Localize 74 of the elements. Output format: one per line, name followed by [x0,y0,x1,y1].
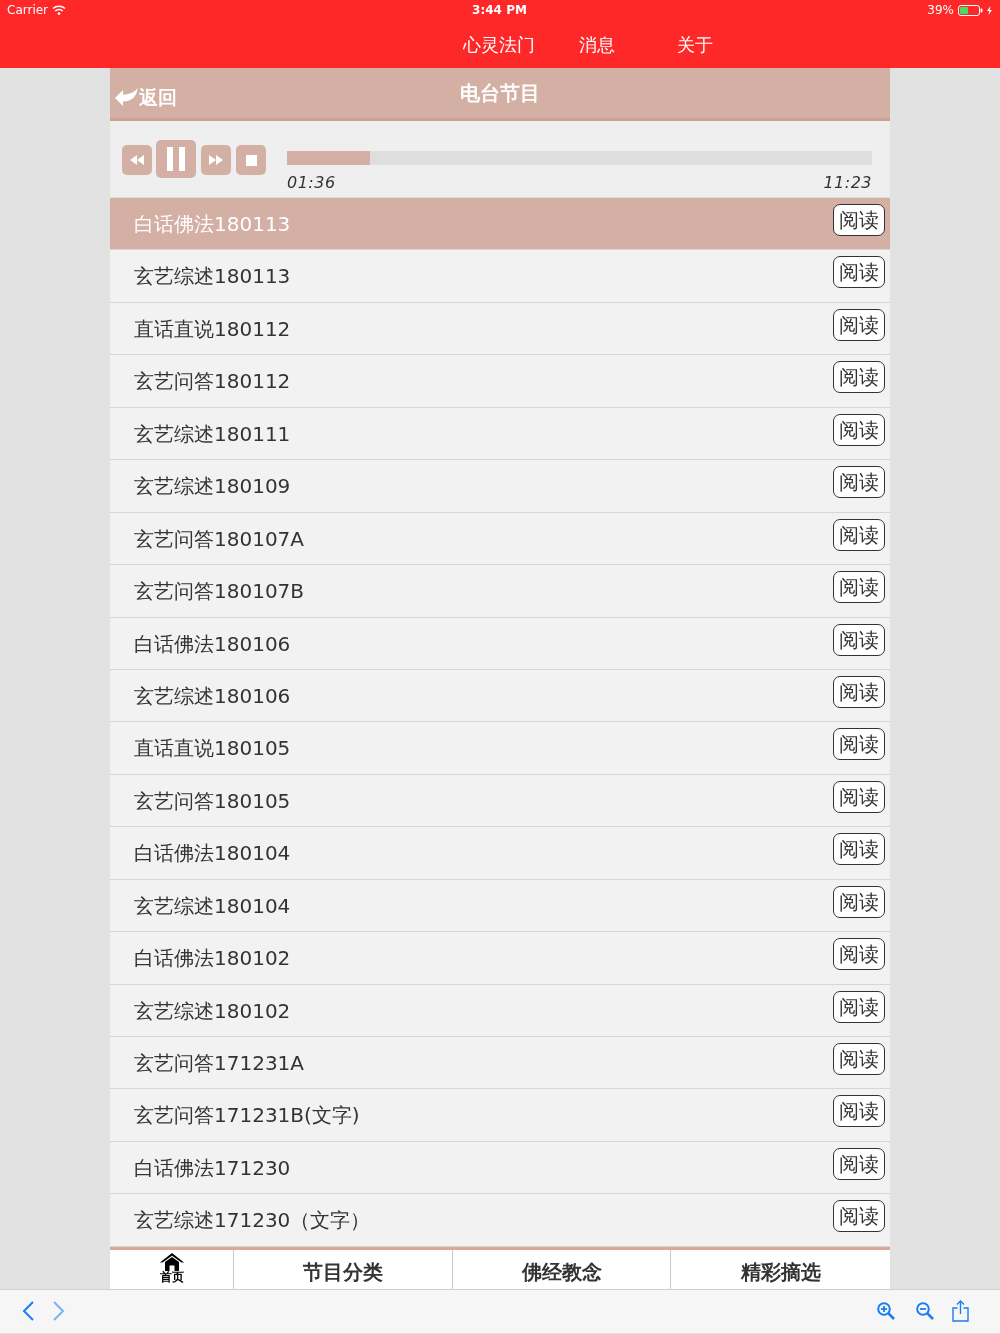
pause-icon [167,147,185,171]
program-title: 玄艺问答180107A [134,525,305,553]
nav-tab[interactable]: 关于 [646,20,744,68]
read-button[interactable]: 阅读 [833,204,885,236]
program-row[interactable]: 白话佛法180113 阅读 [110,198,890,251]
carrier-label: Carrier [7,2,49,19]
battery-percent: 39% [927,2,954,19]
stop-icon [245,154,257,166]
program-title: 玄艺综述180102 [134,997,291,1025]
program-title: 玄艺综述180113 [134,263,291,291]
read-button[interactable]: 阅读 [833,728,885,761]
read-button[interactable]: 阅读 [833,623,885,656]
zoom-in-button[interactable] [877,1302,895,1321]
read-button[interactable]: 阅读 [833,1095,885,1128]
nav-tab[interactable]: 心灵法门 [450,20,548,68]
read-button[interactable]: 阅读 [833,518,885,551]
back-chevron-button[interactable] [22,1301,35,1322]
wifi-icon [52,5,67,15]
pause-button[interactable] [156,140,196,178]
read-button[interactable]: 阅读 [833,361,885,394]
forward-chevron-button[interactable] [52,1301,65,1322]
curved-arrow-icon [114,87,138,107]
fast-forward-button[interactable] [201,145,231,175]
read-button[interactable]: 阅读 [833,308,885,341]
program-title: 玄艺问答180105 [134,787,291,815]
rewind-button[interactable] [122,145,152,175]
program-title: 玄艺问答180112 [134,368,291,396]
read-button[interactable]: 阅读 [833,990,885,1023]
charging-bolt-icon [987,5,992,15]
battery-icon [958,4,983,16]
read-button[interactable]: 阅读 [833,256,885,289]
program-title: 玄艺问答180107B [134,578,305,606]
program-title: 玄艺综述180111 [134,420,291,448]
read-button[interactable]: 阅读 [833,675,885,708]
read-button[interactable]: 阅读 [833,833,885,866]
program-title: 玄艺问答171231B(文字) [134,1102,360,1130]
read-button[interactable]: 阅读 [833,1200,885,1233]
stop-button[interactable] [236,145,266,175]
progress-track[interactable] [287,151,872,165]
zoom-out-button[interactable] [916,1302,934,1321]
total-duration: 11:23 [823,173,872,193]
read-button[interactable]: 阅读 [833,413,885,446]
read-button[interactable]: 阅读 [833,1043,885,1075]
zoom-out-icon [916,1302,934,1321]
read-button[interactable]: 阅读 [833,1147,885,1180]
program-title: 白话佛法180102 [134,945,291,973]
zoom-in-icon [877,1302,895,1321]
program-title: 直话直说180105 [134,735,291,763]
chevron-right-icon [52,1301,65,1322]
program-title: 白话佛法180104 [134,840,291,868]
program-title: 白话佛法180106 [134,630,291,658]
program-title: 白话佛法171230 [134,1154,291,1182]
program-title: 玄艺综述180106 [134,682,291,710]
header-title: 电台节目 [460,80,540,107]
read-button[interactable]: 阅读 [833,938,885,971]
program-title: 玄艺综述180104 [134,892,291,920]
chevron-left-icon [22,1301,35,1322]
program-title: 直话直说180112 [134,315,291,343]
nav-tab[interactable]: 消息 [548,20,646,68]
share-button[interactable] [952,1300,969,1323]
rewind-icon [130,155,144,165]
clock-time: 3:44 PM [472,2,527,19]
program-title: 玄艺综述180109 [134,473,291,501]
fast-forward-icon [209,155,223,165]
read-button[interactable]: 阅读 [833,466,885,499]
program-title: 玄艺综述171230（文字） [134,1207,371,1235]
read-button[interactable]: 阅读 [833,885,885,918]
program-title: 白话佛法180113 [134,211,291,238]
house-icon [159,1252,184,1271]
read-button[interactable]: 阅读 [833,780,885,813]
program-title: 玄艺问答171231A [134,1050,305,1077]
read-button[interactable]: 阅读 [833,571,885,604]
elapsed-time: 01:36 [287,173,336,193]
share-icon [952,1300,969,1323]
